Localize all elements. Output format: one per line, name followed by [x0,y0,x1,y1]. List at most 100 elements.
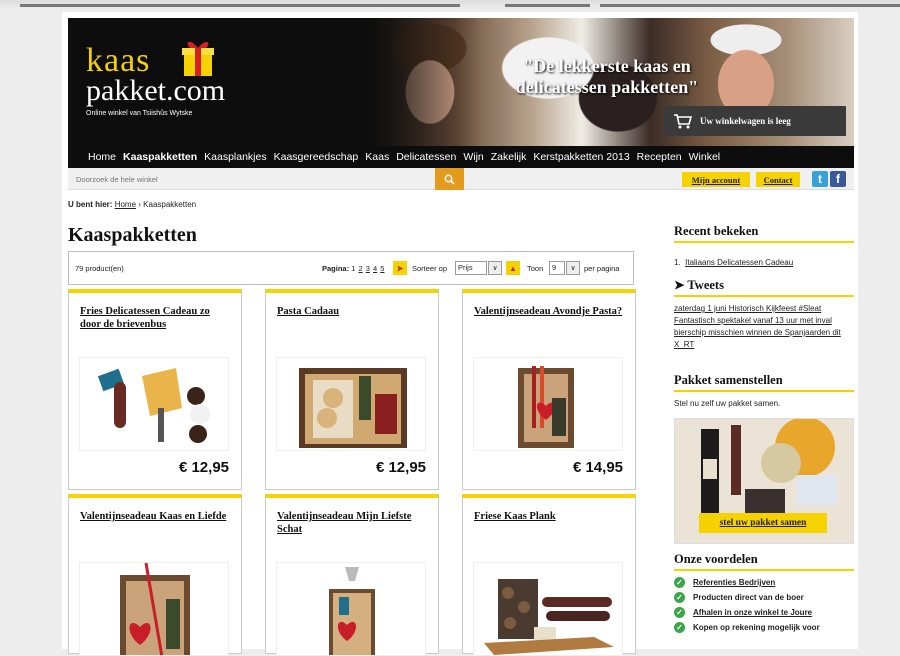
chevron-right-icon: ➤ [396,263,404,273]
product-image[interactable] [276,562,426,656]
breadcrumb-prefix: U bent hier: [68,200,113,209]
my-account-link[interactable]: Mijn account [682,172,750,187]
browser-top-strip [0,0,900,10]
chevron-down-icon: ∨ [570,265,576,272]
nav-kerstpakketten[interactable]: Kerstpakketten 2013 [533,151,629,163]
builder-image[interactable]: stel uw pakket samen [674,418,854,544]
chevron-down-icon: ∨ [492,265,498,272]
benefit-item: ✓ Kopen op rekening mogelijk voor [674,622,854,633]
main-nav: Home Kaaspakketten Kaasplankjes Kaasgere… [68,146,854,168]
product-image[interactable] [79,562,229,656]
product-name[interactable]: Fries Delicatessen Cadeau zo door de bri… [80,305,230,331]
product-card[interactable]: Valentijnseadeau Avondje Pasta? € 14,95 [462,289,636,490]
cart-button[interactable]: Uw winkelwagen is leeg [664,106,846,136]
per-page-label: per pagina [584,264,620,273]
product-price: € 12,95 [178,459,229,476]
nav-kaasplankjes[interactable]: Kaasplankjes [204,151,266,163]
check-icon: ✓ [674,622,685,633]
cart-label: Uw winkelwagen is leeg [700,116,791,126]
benefit-item: ✓ Referenties Bedrijven [674,577,854,588]
pagination-label: Pagina: [322,264,350,273]
breadcrumb-home-link[interactable]: Home [115,200,136,209]
product-price: € 12,95 [375,459,426,476]
sort-select[interactable]: Prijs [455,261,487,275]
logo-tagline: Online winkel van Tsiishûs Wytske [86,110,193,117]
benefits-heading: Onze voordelen [674,552,854,571]
site-header: kaas pakket.com Online winkel van Tsiish… [68,18,854,146]
benefit-link[interactable]: Afhalen in onze winkel te Joure [693,607,812,618]
nav-kaaspakketten[interactable]: Kaaspakketten [123,151,197,163]
page-4-link[interactable]: 4 [373,264,377,273]
tweets-heading: ➤ Tweets [674,277,854,297]
nav-zakelijk[interactable]: Zakelijk [491,151,527,163]
page-2-link[interactable]: 2 [358,264,362,273]
pagination: Pagina: 1 2 3 4 5 [322,264,384,273]
product-count: 79 product(en) [75,264,124,273]
recent-viewed-heading: Recent bekeken [674,224,854,243]
page-3-link[interactable]: 3 [366,264,370,273]
product-image[interactable] [473,357,623,451]
benefit-link[interactable]: Referenties Bedrijven [693,577,775,588]
logo-pakket-text: pakket.com [86,74,226,107]
tweets-title: Tweets [687,278,724,292]
product-card[interactable]: Valentijnseadeau Mijn Liefste Schat [265,494,439,656]
twitter-bird-icon: ➤ [674,278,685,292]
breadcrumb-separator: › [138,200,141,209]
nav-kaasgereedschap[interactable]: Kaasgereedschap [274,151,359,163]
next-page-button[interactable]: ➤ [393,261,407,275]
product-name[interactable]: Pasta Cadaau [277,305,427,318]
product-card[interactable]: Pasta Cadaau € 12,95 [265,289,439,490]
product-name[interactable]: Friese Kaas Plank [474,510,624,523]
facebook-icon[interactable]: f [830,171,846,187]
builder-heading: Pakket samenstellen [674,373,854,392]
product-card[interactable]: Fries Delicatessen Cadeau zo door de bri… [68,289,242,490]
product-name[interactable]: Valentijnseadeau Mijn Liefste Schat [277,510,427,536]
benefit-item: ✓ Afhalen in onze winkel te Joure [674,607,854,618]
breadcrumb-current: Kaaspakketten [143,200,197,209]
product-image[interactable] [473,562,623,656]
tab-bar-line [505,4,590,7]
search-row: Mijn account Contact t f [68,168,854,190]
page: kaas pakket.com Online winkel van Tsiish… [62,12,858,656]
nav-kaas[interactable]: Kaas [365,151,389,163]
product-price: € 14,95 [572,459,623,476]
page-1-current: 1 [351,264,356,273]
tab-bar-line [600,4,900,7]
recent-viewed-list: 1. Italiaans Delicatessen Cadeau [674,258,794,267]
check-icon: ✓ [674,577,685,588]
nav-recepten[interactable]: Recepten [637,151,682,163]
contact-link[interactable]: Contact [756,172,800,187]
page-5-link[interactable]: 5 [380,264,384,273]
product-toolbar: 79 product(en) Pagina: 1 2 3 4 5 ➤ Sorte… [68,251,634,285]
sidebar: Recent bekeken 1. Italiaans Delicatessen… [674,224,854,637]
check-icon: ✓ [674,592,685,603]
search-input[interactable] [76,171,432,187]
per-page-dropdown-arrow[interactable]: ∨ [566,261,580,275]
sort-direction-button[interactable]: ▲ [506,261,520,275]
product-card[interactable]: Friese Kaas Plank [462,494,636,656]
recent-item-link[interactable]: Italiaans Delicatessen Cadeau [685,258,793,267]
product-image[interactable] [79,357,229,451]
builder-text: Stel nu zelf uw pakket samen. [674,399,781,408]
twitter-icon[interactable]: t [812,171,828,187]
per-page-select[interactable]: 9 [549,261,565,275]
tweet: zaterdag 1 juni Historisch Kijkfeest #Sl… [674,303,854,351]
nav-home[interactable]: Home [88,151,116,163]
search-button[interactable] [435,168,464,190]
check-icon: ✓ [674,607,685,618]
product-name[interactable]: Valentijnseadeau Avondje Pasta? [474,305,624,318]
build-package-button[interactable]: stel uw pakket samen [699,513,827,533]
benefit-item: ✓ Producten direct van de boer [674,592,854,603]
product-image[interactable] [276,357,426,451]
nav-delicatessen[interactable]: Delicatessen [396,151,456,163]
show-label: Toon [527,264,544,273]
benefit-text: Producten direct van de boer [693,593,804,602]
gift-icon [182,41,214,76]
product-card[interactable]: Valentijnseadeau Kaas en Liefde [68,494,242,656]
tweet-link[interactable]: zaterdag 1 juni Historisch Kijkfeest #Sl… [674,304,841,349]
page-title: Kaaspakketten [68,224,197,246]
nav-winkel[interactable]: Winkel [689,151,721,163]
product-name[interactable]: Valentijnseadeau Kaas en Liefde [80,510,230,523]
nav-wijn[interactable]: Wijn [463,151,483,163]
sort-dropdown-arrow[interactable]: ∨ [488,261,502,275]
